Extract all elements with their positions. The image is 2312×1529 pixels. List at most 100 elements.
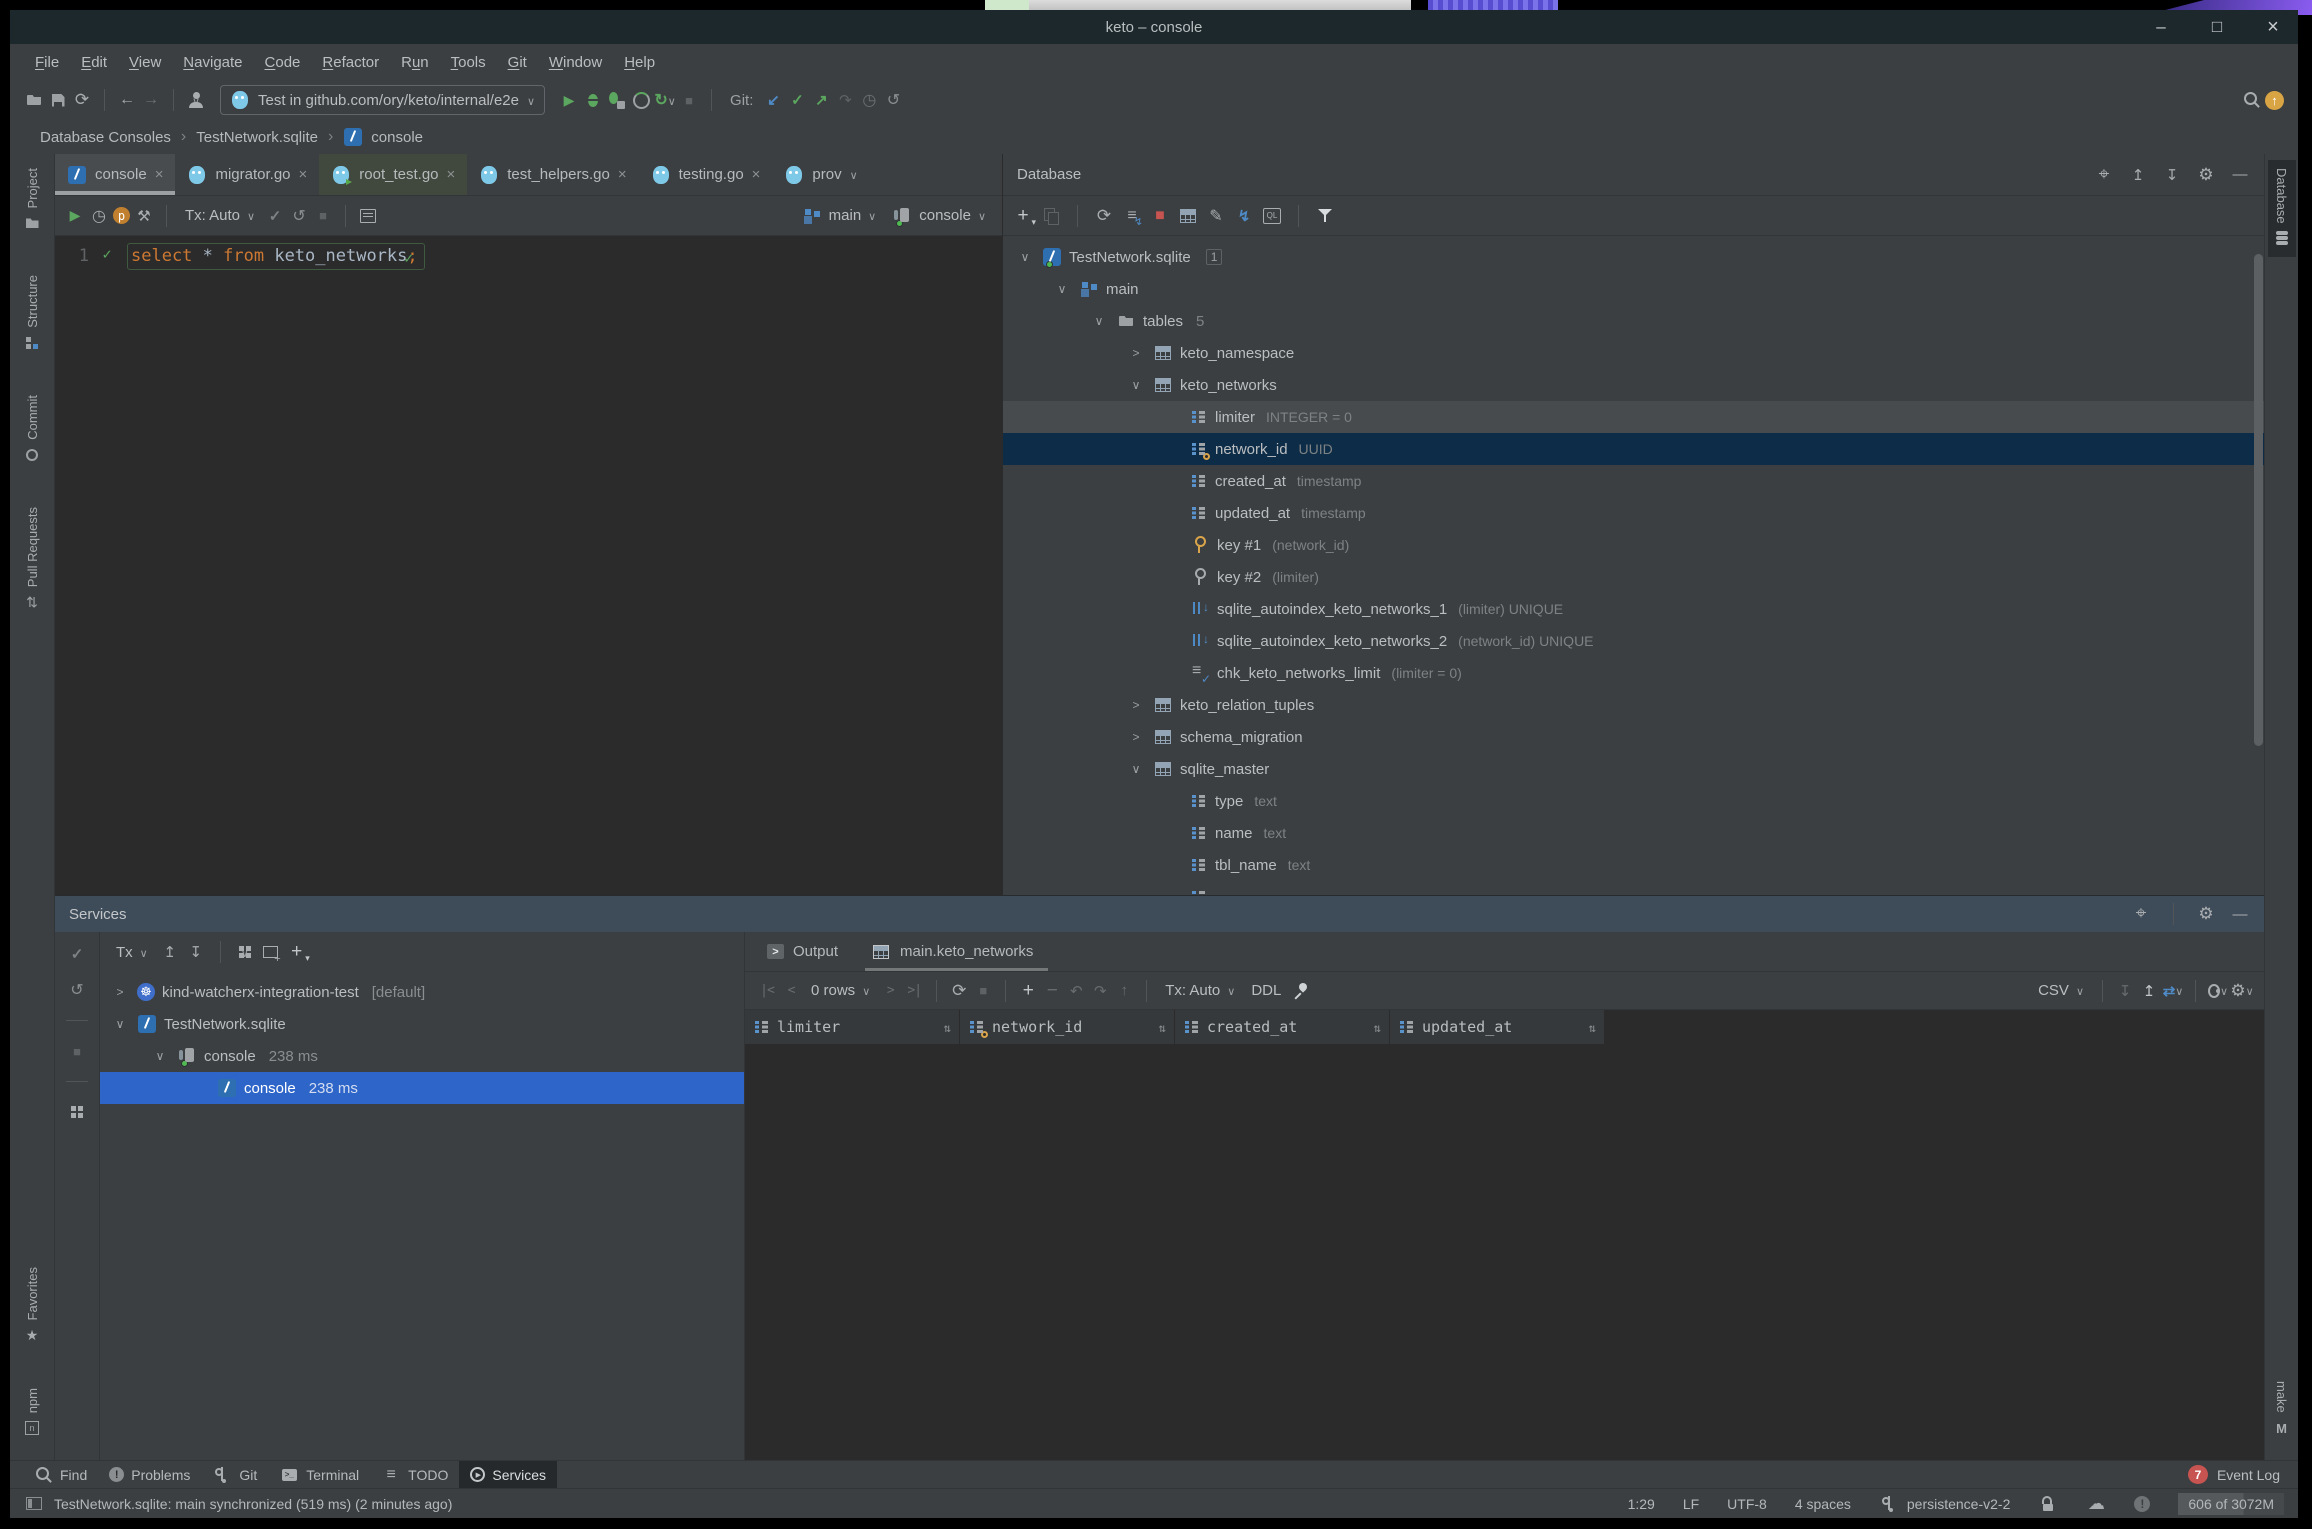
tab-main-keto_networks[interactable]: main.keto_networks xyxy=(859,932,1054,971)
table-column-row[interactable]: name text xyxy=(1003,817,2264,849)
service-row[interactable]: console 238 ms xyxy=(100,1072,744,1104)
cancel-query-button[interactable] xyxy=(313,206,333,226)
stop-query-button[interactable] xyxy=(973,981,993,1001)
tool-window-button-todo[interactable]: TODO xyxy=(370,1461,459,1488)
sql-editor[interactable]: 1 select * from keto_networks; xyxy=(55,236,1002,895)
commit-button[interactable] xyxy=(67,944,87,964)
result-grid-body[interactable] xyxy=(745,1044,2264,1460)
menu-window[interactable]: Window xyxy=(538,54,613,71)
schema-select[interactable]: main xyxy=(796,206,883,226)
table-column-row[interactable]: created_at timestamp xyxy=(1003,465,2264,497)
run-with-coverage-button[interactable] xyxy=(607,90,627,110)
memory-indicator[interactable]: 606 of 3072M xyxy=(2178,1492,2284,1515)
tool-window-button-favorites[interactable]: Favorites xyxy=(18,1259,46,1353)
sort-arrows-icon[interactable] xyxy=(944,1018,951,1036)
table-column-row[interactable]: TestNetwork.sqlite 1 xyxy=(1003,241,2264,273)
sql-statement[interactable]: select * from keto_networks; xyxy=(127,243,425,270)
table-column-row[interactable]: keto_relation_tuples xyxy=(1003,689,2264,721)
menu-code[interactable]: Code xyxy=(254,54,312,71)
pin-tab-button[interactable] xyxy=(1291,981,1311,1001)
query-console-button[interactable] xyxy=(1262,206,1282,226)
column-header-limiter[interactable]: limiter xyxy=(745,1010,960,1044)
sort-arrows-icon[interactable] xyxy=(1374,1018,1381,1036)
sync-schemas-button[interactable] xyxy=(1122,206,1143,228)
table-column-row[interactable]: key #1 (network_id) xyxy=(1003,529,2264,561)
menu-view[interactable]: View xyxy=(118,54,172,71)
export-format-select[interactable]: CSV xyxy=(2032,982,2090,999)
menu-run[interactable]: Run xyxy=(390,54,440,71)
service-row[interactable]: TestNetwork.sqlite xyxy=(100,1008,744,1040)
tool-window-button-database[interactable]: Database xyxy=(2267,160,2296,257)
collapse-all-button[interactable] xyxy=(2162,165,2182,185)
menu-navigate[interactable]: Navigate xyxy=(172,54,253,71)
column-header-updated_at[interactable]: updated_at xyxy=(1390,1010,1605,1044)
table-column-row[interactable]: sqlite_autoindex_keto_networks_2 (network… xyxy=(1003,625,2264,657)
view-options-button[interactable] xyxy=(2208,981,2228,1001)
first-page-button[interactable] xyxy=(757,981,777,1001)
open-in-new-tab-button[interactable] xyxy=(261,942,280,965)
table-column-row[interactable]: chk_keto_networks_limit (limiter = 0) xyxy=(1003,657,2264,689)
tool-window-button-npm[interactable]: npm xyxy=(18,1380,46,1446)
parameters-button[interactable] xyxy=(113,207,130,224)
tab-prov[interactable]: prov xyxy=(772,154,869,195)
chevron-down-icon[interactable] xyxy=(110,1017,130,1031)
database-settings-button[interactable] xyxy=(2196,165,2216,185)
tool-window-button-terminal[interactable]: Terminal xyxy=(268,1461,370,1488)
select-in-tree-button[interactable] xyxy=(2131,904,2151,924)
git-history-button[interactable] xyxy=(859,90,879,110)
settings-button[interactable] xyxy=(134,206,154,226)
profiler-button[interactable] xyxy=(631,90,651,110)
chevron-down-icon[interactable] xyxy=(850,166,858,183)
import-data-button[interactable] xyxy=(2139,981,2159,1001)
duplicate-button[interactable] xyxy=(1041,206,1061,226)
revert-button[interactable] xyxy=(1066,981,1086,1001)
menu-edit[interactable]: Edit xyxy=(70,54,118,71)
file-encoding[interactable]: UTF-8 xyxy=(1727,1496,1767,1512)
tool-window-button-services[interactable]: Services xyxy=(459,1461,558,1488)
sync-button[interactable] xyxy=(72,90,92,110)
tab-Output[interactable]: Output xyxy=(755,932,859,971)
git-commit-button[interactable] xyxy=(787,90,807,110)
delete-row-button[interactable] xyxy=(1042,981,1062,1001)
git-push-button[interactable] xyxy=(811,90,831,110)
table-column-row[interactable] xyxy=(1003,881,2264,895)
tab-test_helpers-go[interactable]: test_helpers.go xyxy=(467,154,638,195)
git-cherry-pick-button[interactable] xyxy=(835,90,855,110)
tool-window-button-make[interactable]: make xyxy=(2268,1373,2296,1446)
menu-help[interactable]: Help xyxy=(613,54,666,71)
menu-git[interactable]: Git xyxy=(497,54,538,71)
git-update-button[interactable] xyxy=(763,90,783,110)
refresh-button[interactable] xyxy=(1094,206,1114,226)
jump-to-console-button[interactable] xyxy=(1234,206,1254,226)
close-icon[interactable] xyxy=(618,166,627,183)
modify-button[interactable] xyxy=(1206,206,1226,226)
column-header-network_id[interactable]: network_id xyxy=(960,1010,1175,1044)
git-rollback-button[interactable] xyxy=(883,90,903,110)
menu-refactor[interactable]: Refactor xyxy=(311,54,390,71)
rollback-button[interactable] xyxy=(67,980,87,1000)
menu-tools[interactable]: Tools xyxy=(440,54,497,71)
maximize-button[interactable] xyxy=(2208,17,2226,37)
table-column-row[interactable]: tbl_name text xyxy=(1003,849,2264,881)
chevron-down-icon[interactable] xyxy=(1052,282,1072,296)
table-column-row[interactable]: key #2 (limiter) xyxy=(1003,561,2264,593)
tab-testing-go[interactable]: testing.go xyxy=(639,154,773,195)
cloud-sync-widget[interactable] xyxy=(2086,1494,2106,1514)
query-history-button[interactable] xyxy=(89,206,109,226)
chevron-right-icon[interactable] xyxy=(1126,730,1146,744)
table-column-row[interactable]: sqlite_master xyxy=(1003,753,2264,785)
chevron-down-icon[interactable] xyxy=(1089,314,1109,328)
collapse-all-button[interactable] xyxy=(186,942,206,962)
last-page-button[interactable] xyxy=(904,981,924,1001)
sort-arrows-icon[interactable] xyxy=(1589,1018,1596,1036)
service-row[interactable]: console 238 ms xyxy=(100,1040,744,1072)
debug-button[interactable] xyxy=(583,90,603,110)
services-settings-button[interactable] xyxy=(2196,904,2216,924)
tool-window-button-find[interactable]: Find xyxy=(22,1461,98,1488)
expand-all-button[interactable] xyxy=(2128,165,2148,185)
new-table-button[interactable] xyxy=(1178,206,1198,226)
git-branch-widget[interactable]: persistence-v2-2 xyxy=(1879,1494,2010,1514)
output-console-button[interactable] xyxy=(358,206,378,226)
sort-arrows-icon[interactable] xyxy=(1159,1018,1166,1036)
caret-position[interactable]: 1:29 xyxy=(1628,1496,1655,1512)
